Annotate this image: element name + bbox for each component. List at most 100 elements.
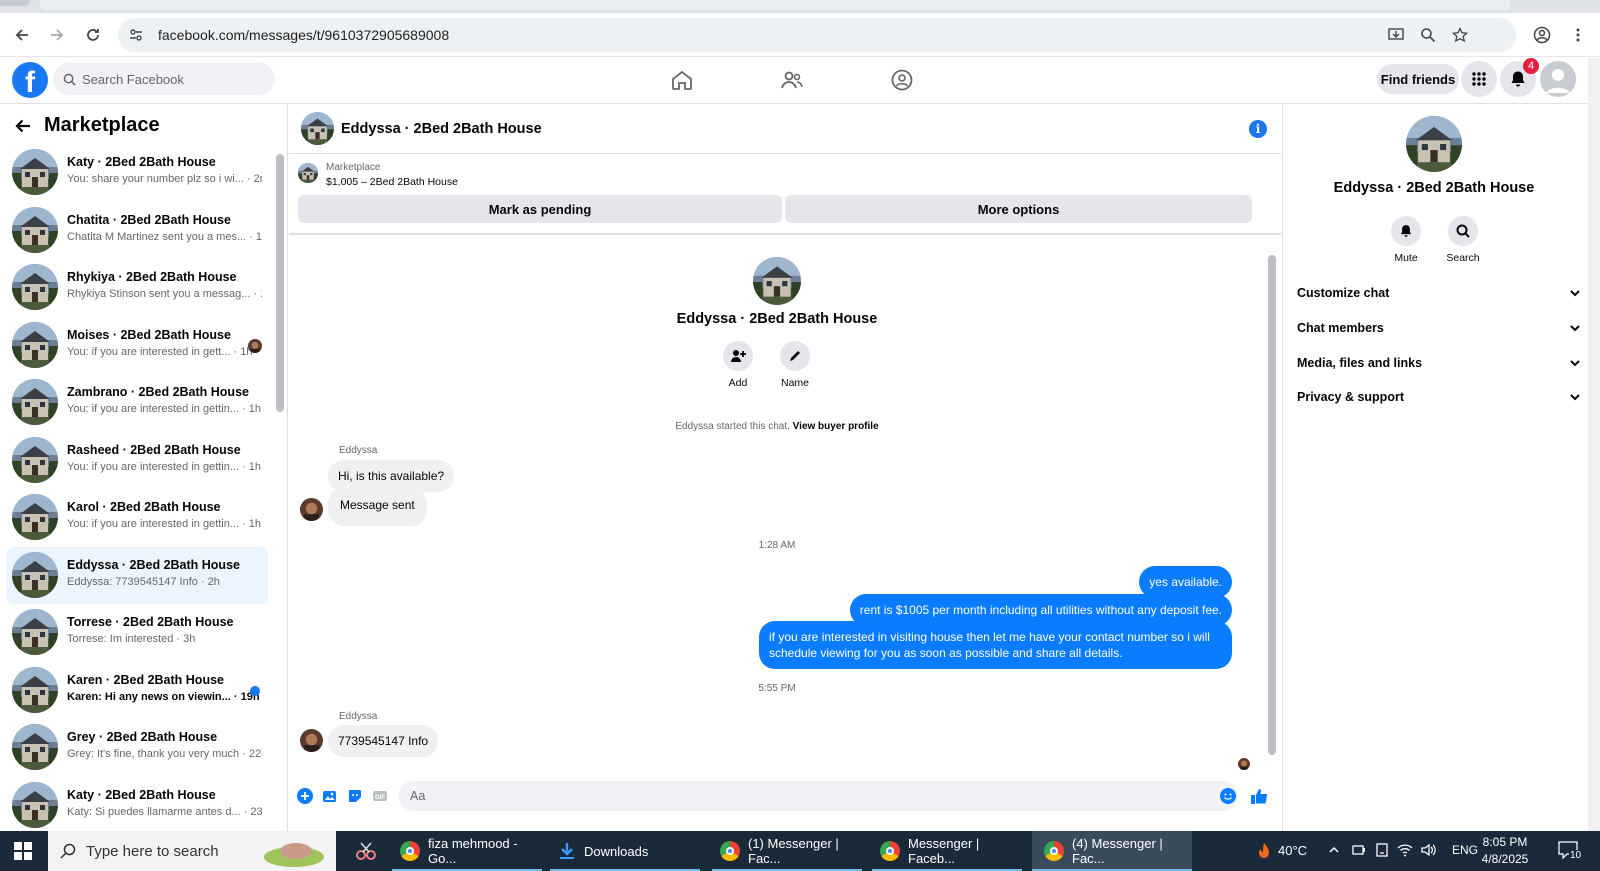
conversation-item[interactable]: Karen · 2Bed 2Bath House Karen: Hi any n… <box>6 662 268 720</box>
message-bubble-incoming[interactable]: Message sent <box>328 488 427 526</box>
chat-scrollbar[interactable] <box>1268 255 1276 755</box>
site-settings-icon[interactable] <box>128 27 144 43</box>
taskbar-search-input[interactable]: Type here to search <box>48 831 336 871</box>
conversation-item[interactable]: Chatita · 2Bed 2Bath House Chatita M Mar… <box>6 202 268 260</box>
page-scrollbar[interactable] <box>1588 58 1600 831</box>
browser-tab[interactable] <box>0 0 30 6</box>
wifi-icon[interactable] <box>1397 842 1413 863</box>
conversation-item[interactable]: Moises · 2Bed 2Bath House You: if you ar… <box>6 317 268 375</box>
conversation-name: Zambrano · 2Bed 2Bath House <box>67 385 249 399</box>
mark-as-pending-button[interactable]: Mark as pending <box>298 195 782 223</box>
message-bubble-incoming[interactable]: 7739545147 Info <box>328 725 439 757</box>
taskbar-app-downloads[interactable]: Downloads <box>550 831 700 871</box>
conversation-preview: Eddyssa: 7739545147 Info · 2h <box>67 575 220 588</box>
seen-avatar-icon <box>1238 758 1250 770</box>
reload-icon[interactable] <box>81 23 105 47</box>
conversation-preview: You: if you are interested in gettin... … <box>67 518 262 530</box>
conversation-item[interactable]: Torrese · 2Bed 2Bath House Torrese: Im i… <box>6 604 268 662</box>
chat-started-notice: Eddyssa started this chat. View buyer pr… <box>289 421 1265 432</box>
facebook-logo-icon[interactable]: f <box>12 62 48 98</box>
section-label: Privacy & support <box>1297 390 1404 404</box>
device-icon[interactable] <box>1374 842 1390 863</box>
emoji-icon[interactable] <box>1219 787 1237 805</box>
conversation-item[interactable]: Katy · 2Bed 2Bath House Katy: Si puedes … <box>6 777 268 832</box>
install-app-icon[interactable] <box>1388 27 1404 43</box>
listing-price[interactable]: $1,005 – 2Bed 2Bath House <box>326 176 458 188</box>
windows-start-icon[interactable] <box>14 842 32 865</box>
address-bar[interactable]: facebook.com/messages/t/9610372905689008 <box>118 18 1516 52</box>
friends-icon[interactable] <box>780 68 804 92</box>
search-conversation-button[interactable]: Search <box>1433 216 1493 264</box>
taskbar-app-snipping[interactable] <box>348 831 384 871</box>
back-arrow-icon[interactable] <box>10 23 34 47</box>
browser-tab-strip <box>0 0 1600 13</box>
conversation-item[interactable]: Karol · 2Bed 2Bath House You: if you are… <box>6 489 268 547</box>
sender-avatar[interactable] <box>300 729 323 752</box>
photo-icon[interactable] <box>321 787 339 805</box>
battery-icon[interactable] <box>1351 842 1367 863</box>
menu-grid-icon[interactable] <box>1461 61 1497 97</box>
conversation-item[interactable]: Grey · 2Bed 2Bath House Grey: It's fine,… <box>6 719 268 777</box>
media-files-links-row[interactable]: Media, files and links <box>1297 346 1581 380</box>
taskbar-clock[interactable]: 8:05 PM 4/8/2025 <box>1470 834 1540 868</box>
home-icon[interactable] <box>670 68 694 92</box>
conversation-item-active[interactable]: Eddyssa · 2Bed 2Bath House Eddyssa: 7739… <box>6 546 268 604</box>
sender-avatar[interactable] <box>300 498 323 521</box>
temperature[interactable]: 40°C <box>1278 843 1307 858</box>
groups-icon[interactable] <box>890 68 914 92</box>
conversation-name: Moises · 2Bed 2Bath House <box>67 327 231 342</box>
find-friends-button[interactable]: Find friends <box>1377 64 1459 94</box>
thumbs-up-icon[interactable] <box>1250 787 1268 805</box>
chat-members-row[interactable]: Chat members <box>1297 311 1581 345</box>
sticker-icon[interactable] <box>346 787 364 805</box>
section-label: Media, files and links <box>1297 356 1423 370</box>
conversation-name: Katy · 2Bed 2Bath House <box>67 787 216 802</box>
taskbar-app-chrome-3[interactable]: Messenger | Faceb... <box>872 831 1022 871</box>
chat-avatar[interactable] <box>301 112 334 145</box>
show-hidden-icons-chevron-icon[interactable] <box>1328 843 1340 861</box>
forward-arrow-icon[interactable] <box>45 23 69 47</box>
taskbar-app-chrome-2[interactable]: (1) Messenger | Fac... <box>712 831 862 871</box>
message-bubble-outgoing[interactable]: if you are interested in visiting house … <box>759 621 1232 669</box>
notification-count-badge: 4 <box>1523 58 1539 74</box>
info-icon[interactable]: i <box>1249 120 1267 138</box>
marketplace-listing-bar: Marketplace $1,005 – 2Bed 2Bath House Ma… <box>289 155 1281 235</box>
mute-button[interactable]: Mute <box>1376 216 1436 264</box>
privacy-support-row[interactable]: Privacy & support <box>1297 380 1581 414</box>
taskbar-app-chrome-1[interactable]: fiza mehmood - Go... <box>392 831 542 871</box>
browser-active-tab[interactable] <box>40 0 1510 10</box>
account-avatar[interactable] <box>1540 61 1576 97</box>
browser-menu-icon[interactable] <box>1566 23 1590 47</box>
url-text[interactable]: facebook.com/messages/t/9610372905689008 <box>158 27 449 43</box>
name-chat-button[interactable]: Name <box>765 341 825 389</box>
bookmark-star-icon[interactable] <box>1452 27 1468 43</box>
back-arrow-icon[interactable] <box>14 117 32 135</box>
conversation-item[interactable]: Katy · 2Bed 2Bath House You: share your … <box>6 144 268 202</box>
conversation-preview: You: if you are interested in gettin... … <box>67 403 262 415</box>
weather-icon[interactable] <box>1255 842 1273 865</box>
chat-title[interactable]: Eddyssa · 2Bed 2Bath House <box>341 121 542 137</box>
gif-icon[interactable]: GIF <box>371 787 389 805</box>
conversation-item[interactable]: Rasheed · 2Bed 2Bath House You: if you a… <box>6 432 268 490</box>
zoom-icon[interactable] <box>1420 27 1436 43</box>
add-people-button[interactable]: Add <box>708 341 768 389</box>
volume-icon[interactable] <box>1420 842 1436 863</box>
more-options-button[interactable]: More options <box>785 195 1252 223</box>
conversation-item[interactable]: Zambrano · 2Bed 2Bath House You: if you … <box>6 374 268 432</box>
view-buyer-profile-link[interactable]: View buyer profile <box>793 421 879 432</box>
plus-circle-icon[interactable] <box>296 787 314 805</box>
conversation-avatar <box>12 437 58 483</box>
conversation-avatar <box>12 207 58 253</box>
sidebar-scrollbar[interactable] <box>276 154 284 412</box>
taskbar-app-chrome-active[interactable]: (4) Messenger | Fac... <box>1032 831 1192 871</box>
customize-chat-row[interactable]: Customize chat <box>1297 276 1581 310</box>
action-center-icon[interactable]: 10 <box>1558 841 1583 861</box>
conversation-item[interactable]: Rhykiya · 2Bed 2Bath House Rhykiya Stins… <box>6 259 268 317</box>
profile-icon[interactable] <box>1530 23 1554 47</box>
conversation-preview: You: if you are interested in gett... · … <box>67 345 253 358</box>
message-input[interactable]: Aa <box>398 781 1238 811</box>
conversation-avatar <box>12 149 58 195</box>
listing-thumbnail[interactable] <box>298 163 318 183</box>
conversation-avatar <box>12 264 58 310</box>
facebook-search-input[interactable]: Search Facebook <box>53 63 275 95</box>
